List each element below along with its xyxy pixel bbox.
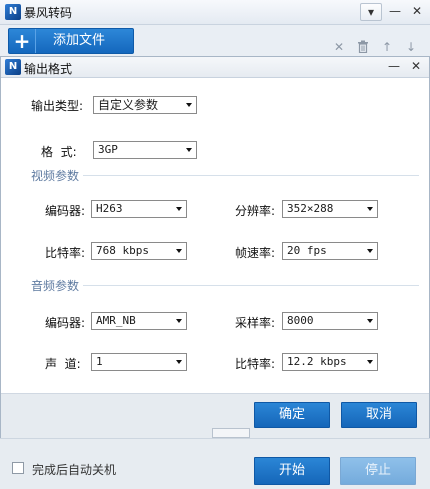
video-section-title: 视频参数 [31, 169, 80, 183]
bottom-bar: 完成后自动关机 开始 停止 [0, 438, 430, 489]
channel-label: 声 道: [45, 357, 81, 371]
chevron-down-icon [176, 319, 182, 323]
output-type-label: 输出类型: [31, 99, 84, 113]
framerate-label: 帧速率: [235, 246, 276, 260]
audio-bitrate-label: 比特率: [235, 357, 276, 371]
output-type-value: 自定义参数 [98, 98, 159, 112]
resolution-select[interactable]: 352×288 [282, 200, 378, 218]
audio-bitrate-select[interactable]: 12.2 kbps [282, 353, 378, 371]
auto-shutdown-checkbox[interactable] [12, 462, 24, 474]
chevron-down-icon [367, 360, 373, 364]
audio-encoder-select[interactable]: AMR_NB [91, 312, 187, 330]
video-encoder-value: H263 [96, 202, 123, 215]
remove-icon[interactable]: ✕ [332, 40, 346, 54]
output-format-dialog: N 输出格式 — ✕ 输出类型: 自定义参数 格 式: 3GP 视频参数 编码器… [0, 56, 430, 438]
samplerate-value: 8000 [287, 314, 314, 327]
chevron-down-icon [176, 360, 182, 364]
ok-button[interactable]: 确定 [254, 402, 330, 428]
add-file-label: 添加文件 [53, 33, 106, 48]
channel-value: 1 [96, 355, 103, 368]
video-bitrate-select[interactable]: 768 kbps [91, 242, 187, 260]
framerate-select[interactable]: 20 fps [282, 242, 378, 260]
resolution-value: 352×288 [287, 202, 334, 215]
chevron-down-icon [367, 319, 373, 323]
app-title: 暴风转码 [24, 6, 73, 20]
menu-dropdown-button[interactable]: ▾ [360, 3, 382, 21]
cancel-button[interactable]: 取消 [341, 402, 417, 428]
channel-select[interactable]: 1 [91, 353, 187, 371]
start-button[interactable]: 开始 [254, 457, 330, 485]
video-bitrate-label: 比特率: [45, 246, 86, 260]
menu-icon: ▾ [367, 5, 375, 19]
format-label: 格 式: [41, 145, 77, 159]
chevron-down-icon [176, 207, 182, 211]
move-up-icon[interactable]: ↑ [380, 40, 394, 54]
app-logo-icon: N [5, 4, 21, 20]
close-button[interactable]: ✕ [406, 3, 428, 21]
splitter-handle[interactable] [212, 428, 250, 438]
close-icon: ✕ [411, 4, 423, 18]
video-encoder-select[interactable]: H263 [91, 200, 187, 218]
minimize-icon: — [389, 4, 401, 18]
chevron-down-icon [176, 249, 182, 253]
audio-encoder-label: 编码器: [45, 316, 86, 330]
dialog-minimize-button[interactable]: — [383, 58, 405, 76]
chevron-down-icon [367, 249, 373, 253]
chevron-down-icon [367, 207, 373, 211]
plus-icon: + [9, 29, 36, 53]
samplerate-select[interactable]: 8000 [282, 312, 378, 330]
stop-button[interactable]: 停止 [340, 457, 416, 485]
close-icon: ✕ [410, 59, 422, 73]
audio-section-title: 音频参数 [31, 279, 80, 293]
resolution-label: 分辨率: [235, 204, 276, 218]
framerate-value: 20 fps [287, 244, 327, 257]
chevron-down-icon [186, 103, 192, 107]
minimize-button[interactable]: — [384, 3, 406, 21]
dialog-title: 输出格式 [24, 62, 73, 76]
section-divider [83, 285, 419, 286]
dialog-body: 输出类型: 自定义参数 格 式: 3GP 视频参数 编码器: H263 分辨率:… [1, 78, 429, 393]
section-divider [83, 175, 419, 176]
trash-icon[interactable] [356, 40, 370, 54]
format-value: 3GP [98, 143, 118, 156]
minimize-icon: — [388, 59, 400, 73]
format-select[interactable]: 3GP [93, 141, 197, 159]
audio-bitrate-value: 12.2 kbps [287, 355, 347, 368]
add-file-button[interactable]: + 添加文件 [8, 28, 134, 54]
chevron-down-icon [186, 148, 192, 152]
main-title-bar: N 暴风转码 ▾ — ✕ [0, 0, 430, 25]
dialog-title-bar: N 输出格式 — ✕ [1, 57, 429, 78]
output-type-select[interactable]: 自定义参数 [93, 96, 197, 114]
move-down-icon[interactable]: ↓ [404, 40, 418, 54]
video-bitrate-value: 768 kbps [96, 244, 149, 257]
dialog-logo-icon: N [5, 59, 21, 75]
auto-shutdown-label: 完成后自动关机 [32, 463, 117, 477]
dialog-close-button[interactable]: ✕ [405, 58, 427, 76]
audio-encoder-value: AMR_NB [96, 314, 136, 327]
samplerate-label: 采样率: [235, 316, 276, 330]
video-encoder-label: 编码器: [45, 204, 86, 218]
